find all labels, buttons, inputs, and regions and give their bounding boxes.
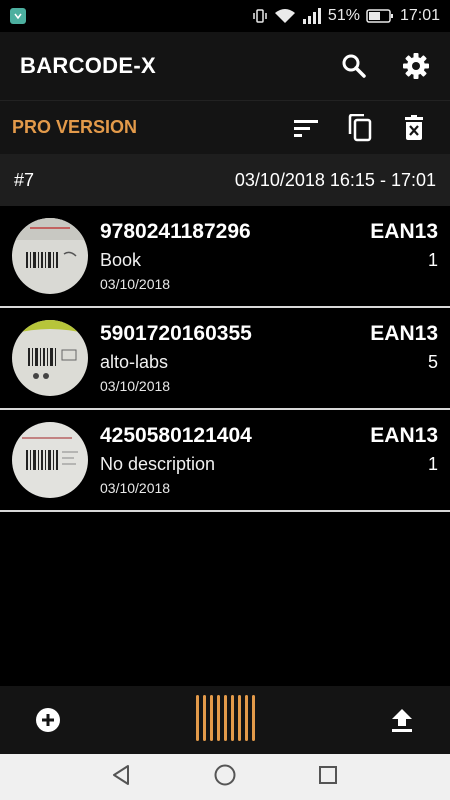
barcode-photo-thumbnail — [12, 422, 88, 498]
barcode-quantity: 1 — [427, 250, 438, 270]
battery-percent: 51% — [327, 7, 360, 24]
barcode-photo-thumbnail — [12, 320, 88, 396]
list-item[interactable]: 5901720160355 alto-labs 03/10/2018 EAN13… — [0, 308, 450, 410]
recents-icon[interactable] — [317, 764, 339, 791]
barcode-value: 9780241187296 — [100, 220, 251, 243]
barcode-date: 03/10/2018 — [100, 378, 171, 394]
add-icon[interactable] — [34, 706, 62, 734]
delete-icon[interactable] — [400, 114, 428, 142]
app-bar: BARCODE-X — [0, 32, 450, 100]
barcode-list: 9780241187296 Book 03/10/2018 EAN13 1 59… — [0, 206, 450, 512]
vibrate-icon — [253, 9, 267, 23]
barcode-quantity: 1 — [427, 454, 438, 474]
status-bar: 51% 17:01 — [0, 0, 450, 32]
list-item[interactable]: 4250580121404 No description 03/10/2018 … — [0, 410, 450, 512]
app-title: BARCODE-X — [20, 53, 156, 78]
copy-icon[interactable] — [346, 113, 374, 142]
barcode-description: alto-labs — [100, 352, 169, 372]
barcode-description: Book — [100, 250, 142, 270]
upload-icon[interactable] — [388, 706, 416, 734]
signal-icon — [302, 8, 321, 24]
barcode-scan-icon[interactable] — [194, 693, 256, 748]
barcode-description: No description — [100, 454, 216, 474]
system-nav-bar — [0, 754, 450, 800]
session-header[interactable]: #7 03/10/2018 16:15 - 17:01 — [0, 154, 450, 206]
barcode-date: 03/10/2018 — [100, 480, 171, 496]
sort-icon[interactable] — [292, 114, 320, 142]
barcode-type: EAN13 — [370, 424, 438, 447]
list-item[interactable]: 9780241187296 Book 03/10/2018 EAN13 1 — [0, 206, 450, 308]
barcode-type: EAN13 — [370, 322, 438, 345]
battery-icon — [366, 9, 393, 23]
back-icon[interactable] — [111, 764, 133, 791]
pro-bar: PRO VERSION — [0, 100, 450, 154]
home-icon[interactable] — [213, 763, 237, 792]
barcode-quantity: 5 — [427, 352, 438, 372]
barcode-date: 03/10/2018 — [100, 276, 171, 292]
barcode-type: EAN13 — [370, 220, 438, 243]
pro-version-link[interactable]: PRO VERSION — [12, 117, 137, 138]
barcode-value: 5901720160355 — [100, 322, 252, 345]
clock: 17:01 — [399, 7, 440, 24]
session-number: #7 — [14, 169, 35, 190]
wifi-icon — [274, 9, 295, 23]
barcode-photo-thumbnail — [12, 218, 88, 294]
session-date-range: 03/10/2018 16:15 - 17:01 — [234, 169, 436, 190]
settings-icon[interactable] — [402, 52, 430, 80]
bottom-action-bar — [0, 686, 450, 754]
search-icon[interactable] — [340, 52, 368, 80]
barcode-value: 4250580121404 — [100, 424, 252, 447]
notification-app-icon — [10, 8, 26, 24]
